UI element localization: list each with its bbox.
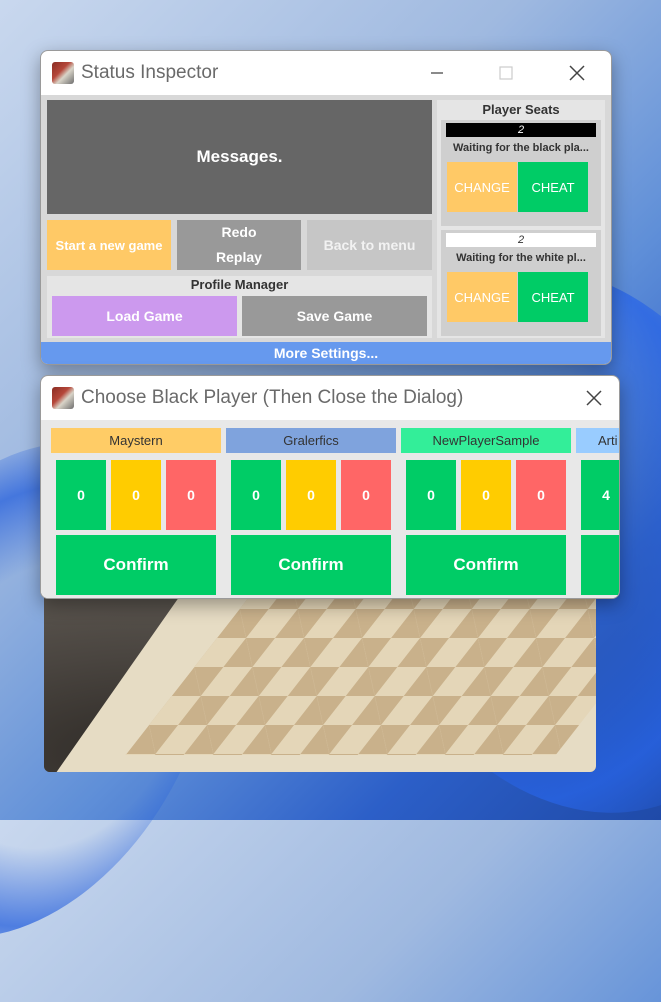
- player-name: Maystern: [51, 428, 221, 453]
- start-new-game-button[interactable]: Start a new game: [47, 220, 171, 270]
- white-seat: 2 Waiting for the white pl... CHANGE CHE…: [441, 230, 601, 336]
- maximize-icon[interactable]: [483, 51, 529, 95]
- cheat-white-button[interactable]: CHEAT: [518, 272, 588, 322]
- draws-stat: 0: [111, 460, 161, 530]
- minimize-icon[interactable]: [414, 51, 460, 95]
- redo-replay-button[interactable]: Redo Replay: [177, 220, 301, 270]
- app-icon: [52, 387, 74, 409]
- wins-stat: 0: [231, 460, 281, 530]
- confirm-button[interactable]: Confirm: [231, 535, 391, 595]
- dialog-title: Choose Black Player (Then Close the Dial…: [81, 387, 464, 408]
- player-name: Arti: [576, 428, 619, 453]
- app-icon: [52, 62, 74, 84]
- white-seat-status: Waiting for the white pl...: [456, 252, 586, 264]
- black-seat: 2 Waiting for the black pla... CHANGE CH…: [441, 120, 601, 226]
- losses-stat: 0: [341, 460, 391, 530]
- draws-stat: 0: [461, 460, 511, 530]
- more-settings-button[interactable]: More Settings...: [41, 342, 611, 364]
- player-name: NewPlayerSample: [401, 428, 571, 453]
- back-to-menu-button[interactable]: Back to menu: [307, 220, 432, 270]
- confirm-button[interactable]: Confirm: [56, 535, 216, 595]
- player-card: Arti 4: [576, 428, 619, 596]
- draws-stat: 0: [286, 460, 336, 530]
- window-title: Status Inspector: [81, 62, 219, 83]
- player-list: Maystern 0 0 0 Confirm Gralerfics 0 0 0 …: [41, 420, 619, 598]
- confirm-button[interactable]: [581, 535, 619, 595]
- cheat-black-button[interactable]: CHEAT: [518, 162, 588, 212]
- confirm-button[interactable]: Confirm: [406, 535, 566, 595]
- wins-stat: 0: [56, 460, 106, 530]
- status-inspector-window: Status Inspector Messages. Start a new g…: [40, 50, 612, 365]
- board-view: [44, 580, 596, 772]
- black-seat-status: Waiting for the black pla...: [453, 142, 589, 154]
- change-white-button[interactable]: CHANGE: [447, 272, 517, 322]
- player-card: Gralerfics 0 0 0 Confirm: [226, 428, 396, 596]
- redo-label: Redo: [221, 224, 257, 240]
- player-seats-title: Player Seats: [482, 102, 560, 117]
- close-icon[interactable]: [571, 376, 617, 420]
- profile-manager: Profile Manager Load Game Save Game: [47, 276, 432, 338]
- player-seats: Player Seats 2 Waiting for the black pla…: [437, 100, 605, 338]
- change-black-button[interactable]: CHANGE: [447, 162, 517, 212]
- losses-stat: 0: [516, 460, 566, 530]
- title-bar: Status Inspector: [41, 51, 611, 95]
- wins-stat: 4: [581, 460, 619, 530]
- save-game-button[interactable]: Save Game: [242, 296, 427, 336]
- player-card: Maystern 0 0 0 Confirm: [51, 428, 221, 596]
- load-game-button[interactable]: Load Game: [52, 296, 237, 336]
- black-seat-count: 2: [446, 123, 596, 137]
- profile-manager-title: Profile Manager: [190, 277, 289, 292]
- white-seat-count: 2: [446, 233, 596, 247]
- losses-stat: 0: [166, 460, 216, 530]
- close-icon[interactable]: [554, 51, 600, 95]
- title-bar: Choose Black Player (Then Close the Dial…: [41, 376, 619, 420]
- choose-player-dialog: Choose Black Player (Then Close the Dial…: [40, 375, 620, 599]
- player-card: NewPlayerSample 0 0 0 Confirm: [401, 428, 571, 596]
- wins-stat: 0: [406, 460, 456, 530]
- messages-panel: Messages.: [47, 100, 432, 214]
- replay-label: Replay: [216, 249, 262, 265]
- player-name: Gralerfics: [226, 428, 396, 453]
- status-body: Messages. Start a new game Redo Replay B…: [41, 95, 611, 342]
